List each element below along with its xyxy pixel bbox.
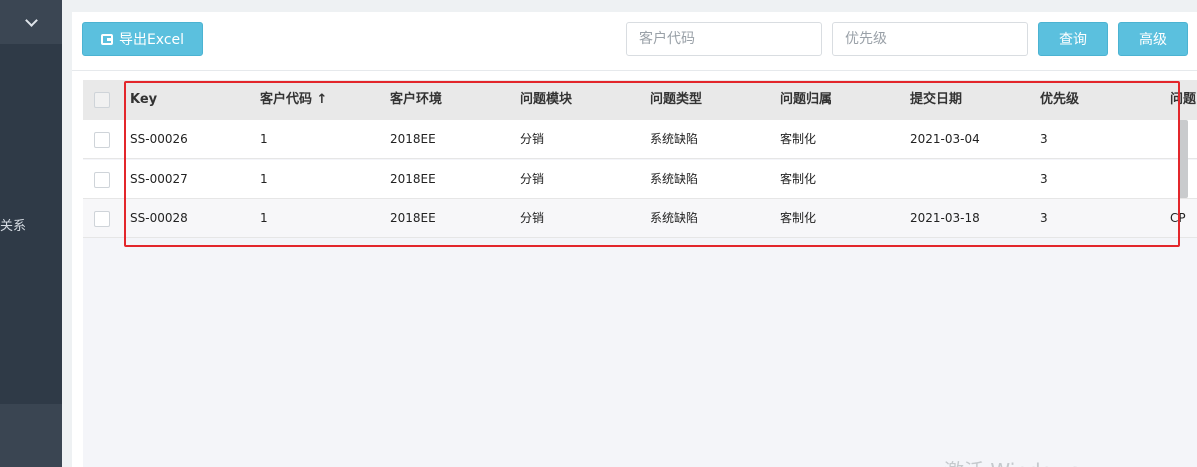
search-button[interactable]: 查询 [1038, 22, 1108, 56]
export-excel-button[interactable]: 导出Excel [82, 22, 203, 56]
sidebar-collapse-toggle[interactable] [0, 0, 62, 44]
sidebar-item-active[interactable] [0, 404, 62, 467]
highlight-box [124, 81, 1180, 247]
toolbar-divider [72, 70, 1197, 71]
export-excel-label: 导出Excel [118, 32, 185, 48]
row-checkbox[interactable] [94, 172, 110, 188]
customer-code-input[interactable] [626, 22, 822, 56]
priority-input[interactable] [832, 22, 1028, 56]
sidebar-item-label[interactable]: 关系 [0, 215, 26, 234]
row-checkbox[interactable] [94, 132, 110, 148]
export-icon [100, 33, 113, 45]
select-all-checkbox[interactable] [94, 92, 110, 108]
chevron-down-icon [25, 14, 38, 27]
activation-watermark: 激活 Windows [944, 455, 1080, 467]
row-checkbox[interactable] [94, 211, 110, 227]
advanced-button[interactable]: 高级 [1118, 22, 1188, 56]
